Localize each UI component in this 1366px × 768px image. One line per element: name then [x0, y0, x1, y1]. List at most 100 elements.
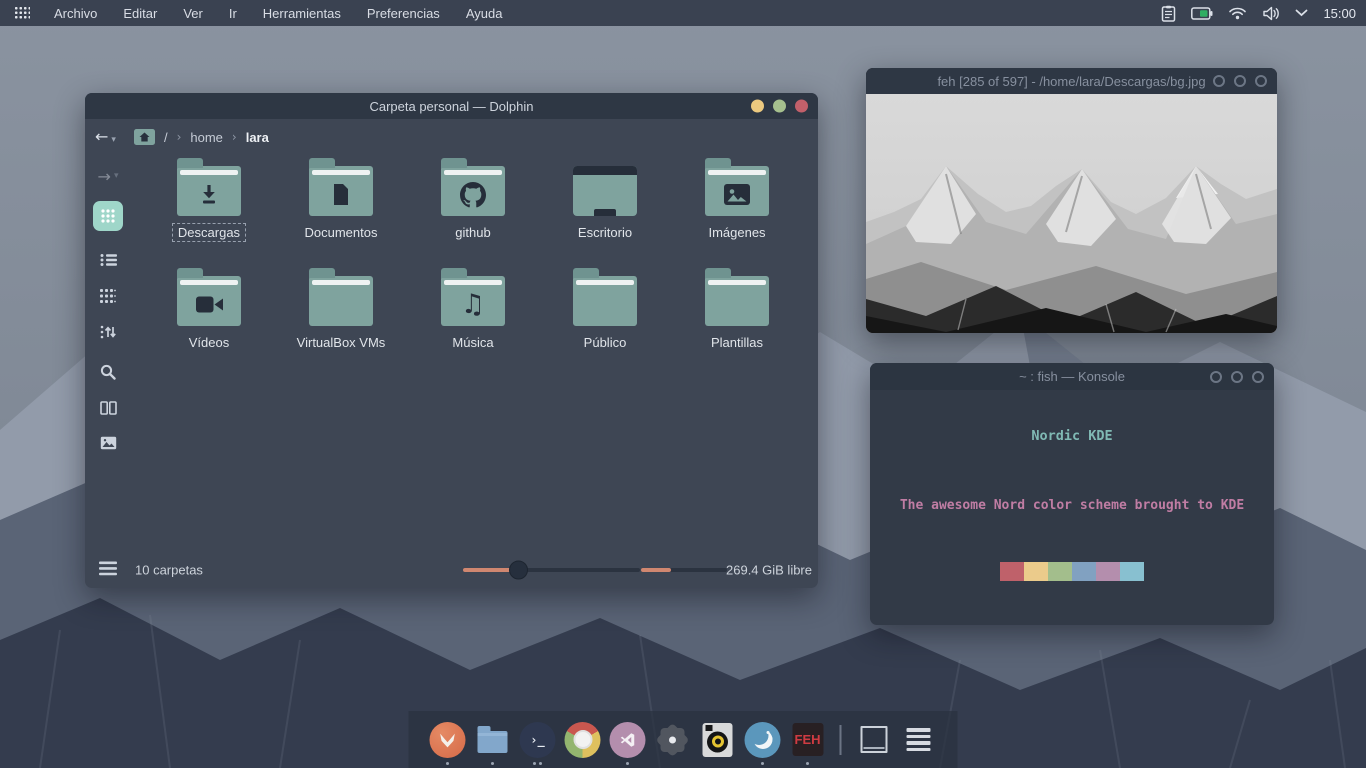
video-glyph-icon	[195, 295, 224, 314]
speaker-icon	[703, 723, 733, 757]
folder-item-escritorio[interactable]: Escritorio	[539, 157, 671, 253]
menu-archivo[interactable]: Archivo	[54, 6, 97, 21]
dock-item-chromium[interactable]	[564, 721, 602, 759]
compact-view-button[interactable]	[93, 283, 123, 309]
feh-titlebar[interactable]: feh [285 of 597] - /home/lara/Descargas/…	[866, 68, 1277, 94]
folder-item-virtualbox[interactable]: VirtualBox VMs	[275, 267, 407, 363]
home-folder-icon[interactable]	[134, 129, 155, 145]
close-button[interactable]	[1252, 371, 1264, 383]
dolphin-titlebar[interactable]: Carpeta personal — Dolphin	[85, 93, 818, 119]
dock-item-feh[interactable]: FEH	[789, 721, 827, 759]
icons-view-icon	[100, 208, 116, 224]
close-button[interactable]	[1255, 75, 1267, 87]
folder-count: 10 carpetas	[135, 563, 203, 578]
battery-icon[interactable]	[1191, 7, 1213, 20]
split-view-icon	[100, 401, 117, 415]
menu-ir[interactable]: Ir	[229, 6, 237, 21]
search-icon	[100, 364, 116, 380]
breadcrumb-home[interactable]: home	[190, 130, 223, 145]
menu-items: Archivo Editar Ver Ir Herramientas Prefe…	[54, 6, 502, 21]
folder-item-imagenes[interactable]: Imágenes	[671, 157, 803, 253]
breadcrumb-root[interactable]: /	[164, 130, 168, 145]
folder-item-publico[interactable]: Público	[539, 267, 671, 363]
clock[interactable]: 15:00	[1323, 6, 1356, 21]
folder-label: Público	[580, 335, 631, 350]
folder-icon	[309, 166, 373, 216]
back-button[interactable]: ←▾	[95, 127, 116, 147]
free-space-bar	[641, 568, 727, 572]
minimize-button[interactable]	[751, 100, 764, 113]
folder-item-musica[interactable]: ♫ Música	[407, 267, 539, 363]
chevron-down-icon[interactable]	[1295, 9, 1308, 17]
document-glyph-icon	[331, 183, 351, 206]
mountain-photo	[866, 94, 1277, 333]
folder-item-plantillas[interactable]: Plantillas	[671, 267, 803, 363]
app-grid-icon[interactable]	[14, 6, 30, 20]
menu-preferencias[interactable]: Preferencias	[367, 6, 440, 21]
free-space-bar-fill	[641, 568, 671, 572]
menu-ver[interactable]: Ver	[183, 6, 203, 21]
preview-button[interactable]	[93, 430, 123, 456]
breadcrumb-separator-icon: ›	[177, 130, 182, 144]
maximize-button[interactable]	[1234, 75, 1246, 87]
window-buttons	[751, 100, 808, 113]
terminal-icon: ›_	[520, 722, 556, 758]
minimize-button[interactable]	[1210, 371, 1222, 383]
folder-item-github[interactable]: github	[407, 157, 539, 253]
chromium-icon	[565, 722, 601, 758]
dock-item-show-desktop[interactable]	[855, 721, 893, 759]
dock-item-music-player[interactable]	[699, 721, 737, 759]
close-button[interactable]	[795, 100, 808, 113]
konsole-titlebar[interactable]: ~ : fish — Konsole	[870, 363, 1274, 390]
minimize-button[interactable]	[1213, 75, 1225, 87]
icons-view-button[interactable]	[93, 201, 123, 231]
dock-item-night-app[interactable]	[744, 721, 782, 759]
back-caret-icon: ▾	[111, 135, 116, 145]
folder-item-documentos[interactable]: Documentos	[275, 157, 407, 253]
split-view-button[interactable]	[93, 395, 123, 421]
dock-item-terminal[interactable]: ›_	[519, 721, 557, 759]
breadcrumb-separator-icon: ›	[232, 130, 237, 144]
folder-grid: Descargas Documentos github Escritorio	[143, 157, 803, 363]
folder-item-videos[interactable]: Vídeos	[143, 267, 275, 363]
forward-button[interactable]: →▾	[93, 163, 123, 189]
breadcrumb-lara[interactable]: lara	[246, 130, 269, 145]
dock-item-app-menu[interactable]	[900, 721, 938, 759]
maximize-button[interactable]	[773, 100, 786, 113]
feh-title: feh [285 of 597] - /home/lara/Descargas/…	[937, 74, 1205, 89]
folder-label: Vídeos	[185, 335, 233, 350]
github-glyph-icon	[460, 182, 486, 208]
feh-icon: FEH	[792, 723, 823, 756]
hamburger-icon	[99, 562, 117, 576]
konsole-window: ~ : fish — Konsole Nordic KDE The awesom…	[870, 363, 1274, 625]
dolphin-window: Carpeta personal — Dolphin ←▾ / › home ›…	[85, 93, 818, 588]
maximize-button[interactable]	[1231, 371, 1243, 383]
folder-label: Música	[448, 335, 497, 350]
dock-item-file-manager[interactable]	[474, 721, 512, 759]
forward-arrow-icon: →	[98, 167, 111, 186]
music-glyph-icon: ♫	[461, 291, 485, 318]
menu-editar[interactable]: Editar	[123, 6, 157, 21]
clipboard-icon[interactable]	[1161, 5, 1176, 22]
wifi-icon[interactable]	[1228, 6, 1247, 20]
volume-icon[interactable]	[1262, 6, 1280, 21]
details-view-icon	[100, 253, 117, 267]
dock-separator	[840, 725, 842, 755]
folder-label: Documentos	[301, 225, 382, 240]
menu-ayuda[interactable]: Ayuda	[466, 6, 503, 21]
control-menu-button[interactable]	[99, 562, 117, 579]
menu-herramientas[interactable]: Herramientas	[263, 6, 341, 21]
sort-button[interactable]	[93, 319, 123, 345]
window-buttons	[1210, 371, 1264, 383]
zoom-slider-knob[interactable]	[509, 561, 528, 580]
folder-label: VirtualBox VMs	[293, 335, 390, 350]
dock-item-code-editor[interactable]	[609, 721, 647, 759]
terminal-output[interactable]: Nordic KDE The awesome Nord color scheme…	[870, 390, 1274, 625]
details-view-button[interactable]	[93, 247, 123, 273]
search-button[interactable]	[93, 359, 123, 385]
folder-icon	[705, 166, 769, 216]
folder-item-descargas[interactable]: Descargas	[143, 157, 275, 253]
dock-item-settings[interactable]	[654, 721, 692, 759]
zoom-slider[interactable]	[463, 568, 640, 572]
dock-item-firefox[interactable]	[429, 721, 467, 759]
